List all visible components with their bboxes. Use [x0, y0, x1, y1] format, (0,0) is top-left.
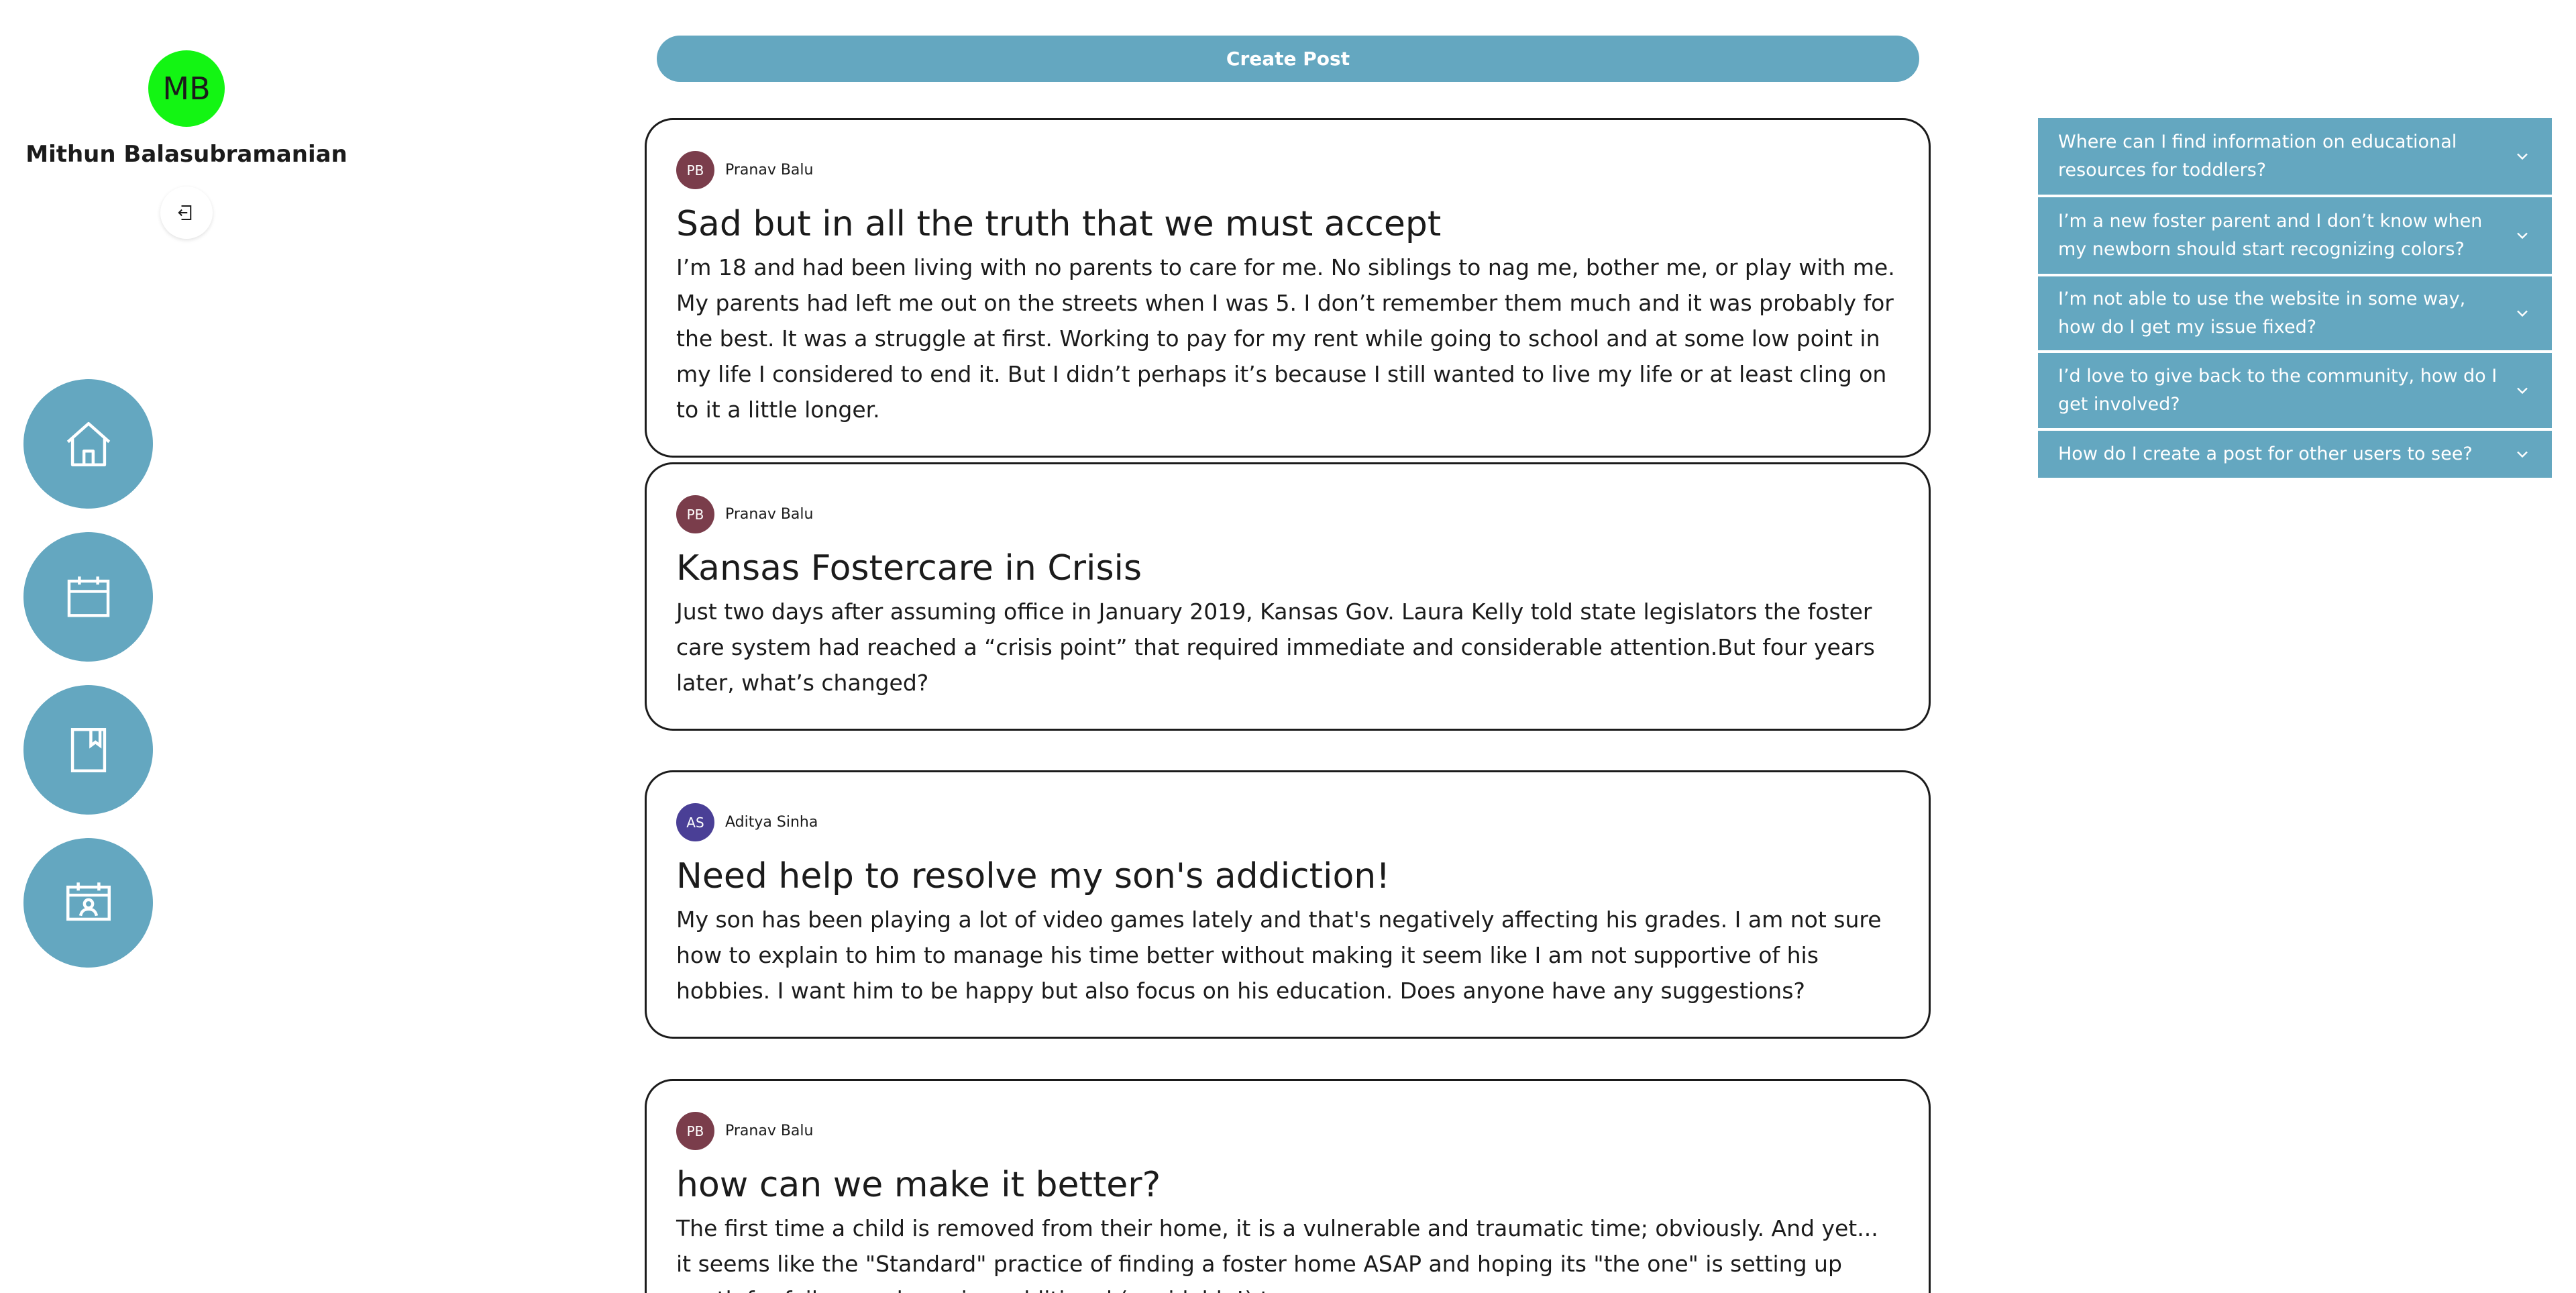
user-name: Mithun Balasubramanian	[25, 141, 347, 168]
faq-item[interactable]: I’d love to give back to the community, …	[2038, 353, 2552, 428]
chevron-down-icon	[2517, 232, 2528, 240]
bookmark-book-icon	[70, 727, 106, 772]
faq-item[interactable]: How do I create a post for other users t…	[2038, 431, 2552, 478]
post-title: Kansas Fostercare in Crisis	[676, 548, 1142, 588]
create-post-button[interactable]: Create Post	[657, 36, 1919, 82]
calendar-icon	[67, 576, 109, 617]
faq-question: I’m not able to use the website in some …	[2058, 289, 2466, 338]
author-avatar: PB	[676, 495, 714, 533]
chevron-down-icon	[2517, 310, 2528, 317]
post-author: AS Aditya Sinha	[676, 803, 1900, 841]
author-name: Pranav Balu	[725, 162, 814, 178]
post-author: PB Pranav Balu	[676, 1112, 1900, 1150]
chevron-down-icon	[2517, 387, 2528, 395]
user-avatar[interactable]: MB	[148, 50, 225, 127]
chevron-down-icon	[2517, 153, 2528, 160]
nav-calendar-button[interactable]	[23, 532, 153, 662]
post-body: The first time a child is removed from t…	[676, 1215, 1878, 1293]
author-name: Aditya Sinha	[725, 814, 818, 831]
nav-resources-button[interactable]	[23, 685, 153, 815]
chevron-down-icon	[2517, 451, 2528, 458]
faq-item[interactable]: I’m not able to use the website in some …	[2038, 276, 2552, 350]
nav-home-button[interactable]	[23, 379, 153, 509]
post-card[interactable]: PB Pranav Balu Sad but in all the truth …	[645, 118, 1931, 458]
faq-question: How do I create a post for other users t…	[2058, 444, 2473, 464]
author-name: Pranav Balu	[725, 506, 814, 523]
calendar-person-icon	[66, 882, 111, 921]
post-card[interactable]: AS Aditya Sinha Need help to resolve my …	[645, 770, 1931, 1039]
faq-question: Where can I find information on educatio…	[2058, 132, 2457, 180]
author-avatar: AS	[676, 803, 714, 841]
faq-item[interactable]: I’m a new foster parent and I don’t know…	[2038, 197, 2552, 274]
post-title: how can we make it better?	[676, 1165, 1161, 1205]
page: MB Mithun Balasubramanian Create Post PB…	[0, 0, 2576, 1293]
faq-question: I’m a new foster parent and I don’t know…	[2058, 211, 2483, 260]
logout-button[interactable]	[160, 187, 213, 239]
post-title: Need help to resolve my son's addiction!	[676, 856, 1391, 896]
faq-item[interactable]: Where can I find information on educatio…	[2038, 118, 2552, 195]
post-author: PB Pranav Balu	[676, 151, 1900, 189]
post-author: PB Pranav Balu	[676, 495, 1900, 533]
nav-events-button[interactable]	[23, 838, 153, 968]
post-card[interactable]: PB Pranav Balu Kansas Fostercare in Cris…	[645, 462, 1931, 731]
faq-accordion: Where can I find information on educatio…	[2038, 118, 2552, 480]
author-avatar: PB	[676, 151, 714, 189]
post-body: My son has been playing a lot of video g…	[676, 907, 1882, 1004]
post-card[interactable]: PB Pranav Balu how can we make it better…	[645, 1079, 1931, 1293]
author-avatar: PB	[676, 1112, 714, 1150]
faq-question: I’d love to give back to the community, …	[2058, 366, 2498, 415]
home-icon	[66, 421, 110, 466]
post-body: Just two days after assuming office in J…	[676, 599, 1875, 696]
post-body: I’m 18 and had been living with no paren…	[676, 254, 1895, 423]
logout-icon	[178, 205, 192, 220]
author-name: Pranav Balu	[725, 1123, 814, 1139]
post-title: Sad but in all the truth that we must ac…	[676, 204, 1442, 244]
